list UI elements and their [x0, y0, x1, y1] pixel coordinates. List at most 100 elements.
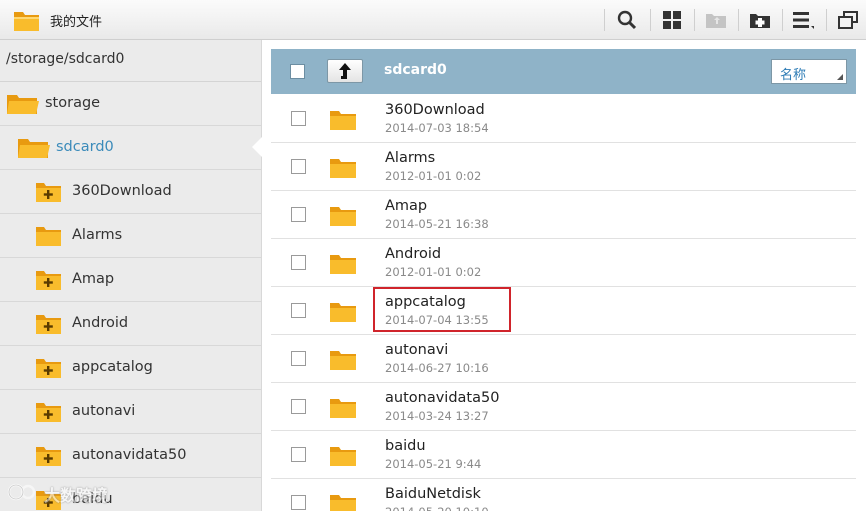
grid-icon — [663, 11, 681, 29]
file-row[interactable]: 360Download 2014-07-03 18:54 — [271, 95, 856, 143]
toolbar-divider — [650, 9, 651, 31]
tree-item-label: Alarms — [72, 227, 123, 243]
folder-icon — [330, 111, 356, 130]
file-name: autonavidata50 — [385, 390, 500, 406]
window-icon — [838, 11, 858, 29]
tree-item-autonavi[interactable]: autonavi — [0, 390, 261, 434]
folder-plus-icon — [36, 359, 61, 378]
file-name: Android — [385, 246, 442, 262]
window-button[interactable] — [834, 7, 862, 33]
folder-icon — [14, 12, 39, 31]
toolbar-divider — [604, 9, 605, 31]
menu-button[interactable] — [789, 7, 817, 33]
up-arrow-icon — [339, 63, 351, 79]
folder-icon — [330, 255, 356, 274]
tree-item-android[interactable]: Android — [0, 302, 261, 346]
file-date: 2014-06-27 10:16 — [385, 361, 489, 375]
row-checkbox[interactable] — [291, 399, 306, 414]
folder-open-icon — [7, 95, 39, 114]
folder-open-icon — [18, 139, 50, 158]
folder-plus-icon — [36, 183, 61, 202]
file-date: 2014-03-24 13:27 — [385, 409, 489, 423]
file-row[interactable]: Alarms 2012-01-01 0:02 — [271, 143, 856, 191]
current-folder-title: sdcard0 — [384, 62, 447, 78]
sort-label: 名称 — [780, 68, 807, 83]
watermark-logo-icon — [7, 483, 36, 501]
tree-item-label: Android — [72, 315, 129, 331]
file-row[interactable]: autonavi 2014-06-27 10:16 — [271, 335, 856, 383]
dropdown-arrow-icon — [837, 74, 843, 80]
tree-item-label: sdcard0 — [56, 139, 114, 155]
file-date: 2014-07-04 13:55 — [385, 313, 489, 327]
folder-icon — [330, 303, 356, 322]
file-row[interactable]: Android 2012-01-01 0:02 — [271, 239, 856, 287]
new-folder-button[interactable] — [746, 7, 774, 33]
select-all-checkbox[interactable] — [290, 64, 305, 79]
folder-icon — [330, 207, 356, 226]
tree-item-label: storage — [45, 95, 101, 111]
folder-plus-icon — [36, 271, 61, 290]
file-name: baidu — [385, 438, 426, 454]
file-name: Alarms — [385, 150, 436, 166]
list-header: sdcard0 名称 — [271, 49, 856, 94]
folder-icon — [330, 399, 356, 418]
row-checkbox[interactable] — [291, 447, 306, 462]
row-checkbox[interactable] — [291, 351, 306, 366]
action-bar: 我的文件 — [0, 0, 866, 40]
row-checkbox[interactable] — [291, 159, 306, 174]
file-row[interactable]: appcatalog 2014-07-04 13:55 — [271, 287, 856, 335]
file-row[interactable]: baidu 2014-05-21 9:44 — [271, 431, 856, 479]
file-date: 2012-01-01 0:02 — [385, 169, 482, 183]
file-date: 2014-05-20 10:10 — [385, 505, 489, 511]
row-checkbox[interactable] — [291, 495, 306, 510]
folder-icon — [330, 447, 356, 466]
tree-item-label: autonavidata50 — [72, 447, 187, 463]
file-name: Amap — [385, 198, 428, 214]
tree-item-label: 360Download — [72, 183, 172, 199]
file-list-pane: sdcard0 名称 360Download 2014-07-03 18:54 Al… — [262, 40, 866, 511]
folder-move-icon — [706, 14, 726, 28]
folder-icon — [330, 495, 356, 511]
file-date: 2014-07-03 18:54 — [385, 121, 489, 135]
folder-icon — [330, 351, 356, 370]
row-checkbox[interactable] — [291, 207, 306, 222]
folder-plus-icon — [36, 315, 61, 334]
file-row[interactable]: Amap 2014-05-21 16:38 — [271, 191, 856, 239]
tree-item-sdcard0[interactable]: sdcard0 — [0, 126, 261, 170]
search-button[interactable] — [613, 7, 641, 33]
toolbar-divider — [826, 9, 827, 31]
watermark-text: 大数跨境 — [44, 486, 109, 505]
up-folder-button[interactable] — [327, 59, 363, 83]
tree-item-autonavidata50[interactable]: autonavidata50 — [0, 434, 261, 478]
app-title: 我的文件 — [50, 15, 103, 30]
folder-add-icon — [750, 14, 770, 28]
tree-item-360download[interactable]: 360Download — [0, 170, 261, 214]
tree-item-alarms[interactable]: Alarms — [0, 214, 261, 258]
tree-item-appcatalog[interactable]: appcatalog — [0, 346, 261, 390]
file-name: BaiduNetdisk — [385, 486, 481, 502]
folder-plus-icon — [36, 447, 61, 466]
folder-icon — [36, 227, 61, 246]
current-path: /storage/sdcard0 — [0, 40, 261, 82]
file-date: 2012-01-01 0:02 — [385, 265, 482, 279]
grid-view-button[interactable] — [658, 7, 686, 33]
tree-item-label: appcatalog — [72, 359, 153, 375]
file-name: 360Download — [385, 102, 485, 118]
folder-tree-pane: /storage/sdcard0 storage sdcard0 360Downlo… — [0, 40, 262, 511]
move-button[interactable] — [702, 7, 730, 33]
tree-item-amap[interactable]: Amap — [0, 258, 261, 302]
row-checkbox[interactable] — [291, 303, 306, 318]
search-icon — [617, 10, 637, 30]
row-checkbox[interactable] — [291, 255, 306, 270]
folder-icon — [330, 159, 356, 178]
file-row[interactable]: BaiduNetdisk 2014-05-20 10:10 — [271, 479, 856, 511]
watermark: 大数跨境 — [6, 478, 126, 506]
file-row[interactable]: autonavidata50 2014-03-24 13:27 — [271, 383, 856, 431]
file-date: 2014-05-21 16:38 — [385, 217, 489, 231]
tree-item-storage[interactable]: storage — [0, 82, 261, 126]
toolbar-divider — [782, 9, 783, 31]
file-name: autonavi — [385, 342, 449, 358]
toolbar-divider — [738, 9, 739, 31]
sort-dropdown[interactable]: 名称 — [771, 59, 847, 84]
row-checkbox[interactable] — [291, 111, 306, 126]
